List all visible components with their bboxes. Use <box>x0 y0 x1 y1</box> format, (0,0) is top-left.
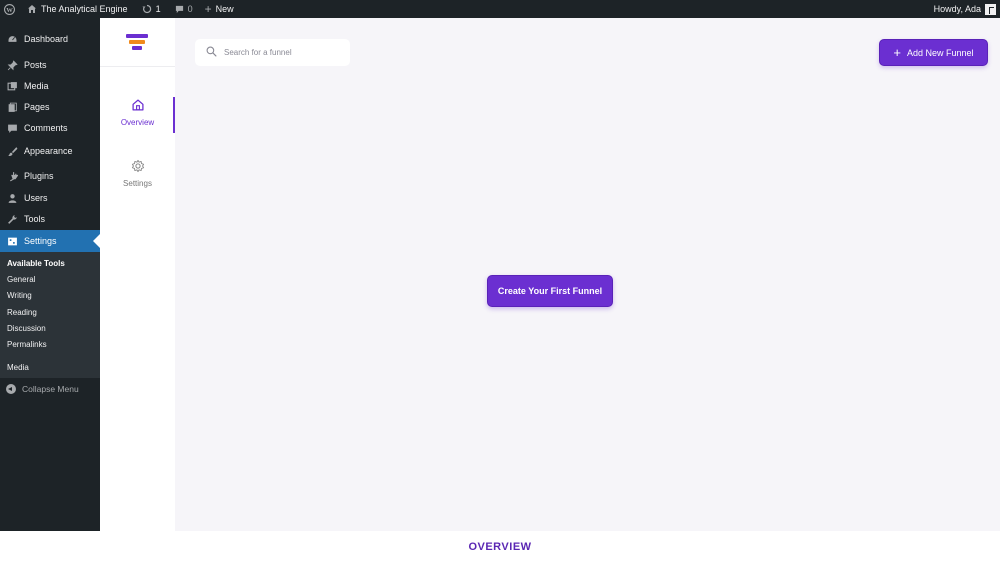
sidebar-item-label: Pages <box>24 102 50 112</box>
nav-overview[interactable]: Overview <box>100 98 175 132</box>
home-icon <box>131 98 145 112</box>
plugin-logo-area <box>100 18 175 67</box>
comment-bubble-icon <box>175 5 184 14</box>
sidebar-item-settings[interactable]: Settings <box>0 230 100 252</box>
sidebar-item-label: Dashboard <box>24 34 69 44</box>
sidebar-item-users[interactable]: Users <box>0 187 100 209</box>
plugin-nav: Overview Settings <box>100 18 175 531</box>
collapse-arrow-icon <box>6 384 16 394</box>
comments-link[interactable]: 0 <box>170 0 198 18</box>
submenu-item-discussion[interactable]: Discussion <box>7 324 46 333</box>
search-placeholder: Search for a funnel <box>224 48 292 57</box>
nav-settings[interactable]: Settings <box>100 159 175 193</box>
sidebar-item-pages[interactable]: Pages <box>0 96 100 118</box>
sidebar-item-label: Settings <box>24 236 57 246</box>
submenu-item-permalinks[interactable]: Permalinks <box>7 340 47 349</box>
plus-icon: + <box>893 45 902 60</box>
caption-bar: OVERVIEW <box>0 531 1000 562</box>
settings-icon <box>6 235 18 247</box>
wrench-icon <box>6 213 18 225</box>
avatar <box>985 3 996 15</box>
add-new-funnel-button[interactable]: + Add New Funnel <box>879 39 988 66</box>
site-name: The Analytical Engine <box>41 4 128 14</box>
admin-sidebar: Dashboard Posts Media Pages Comments App… <box>0 18 100 531</box>
brush-icon <box>6 145 18 157</box>
sidebar-item-appearance[interactable]: Appearance <box>0 140 100 162</box>
nav-overview-label: Overview <box>120 118 155 127</box>
plus-icon: + <box>204 2 212 16</box>
search-input[interactable]: Search for a funnel <box>195 39 350 66</box>
sidebar-item-label: Users <box>24 193 48 203</box>
comment-icon <box>6 122 18 134</box>
submenu-item-writing[interactable]: Writing <box>7 291 32 300</box>
home-icon <box>27 4 37 14</box>
svg-text:W: W <box>6 6 13 13</box>
site-name-link[interactable]: The Analytical Engine <box>22 0 133 18</box>
caption-text: OVERVIEW <box>468 540 532 553</box>
new-content-link[interactable]: + New <box>200 0 239 18</box>
pages-icon <box>6 101 18 113</box>
sidebar-item-label: Appearance <box>24 146 73 156</box>
sidebar-item-label: Media <box>24 81 49 91</box>
admin-bar: W The Analytical Engine 1 0 + New Howdy,… <box>0 0 1000 18</box>
submenu-item-reading[interactable]: Reading <box>7 308 37 317</box>
gear-icon <box>131 159 145 173</box>
sidebar-item-media[interactable]: Media <box>0 75 100 97</box>
wordpress-logo-icon[interactable]: W <box>0 0 22 18</box>
howdy-text: Howdy, Ada <box>933 4 981 14</box>
plugin-icon <box>6 170 18 182</box>
submenu-item-media[interactable]: Media <box>7 363 29 372</box>
create-first-funnel-button[interactable]: Create Your First Funnel <box>487 275 613 307</box>
settings-submenu: Available Tools General Writing Reading … <box>0 252 100 378</box>
add-new-funnel-label: Add New Funnel <box>907 47 974 58</box>
submenu-item-available-tools[interactable]: Available Tools <box>7 259 65 268</box>
user-icon <box>6 192 18 204</box>
collapse-menu-button[interactable]: Collapse Menu <box>6 384 79 394</box>
create-first-funnel-label: Create Your First Funnel <box>497 286 603 296</box>
nav-settings-label: Settings <box>123 179 152 188</box>
funnel-logo-icon <box>126 34 148 54</box>
search-icon <box>206 46 224 59</box>
collapse-label: Collapse Menu <box>22 384 79 394</box>
media-icon <box>6 80 18 92</box>
sidebar-item-posts[interactable]: Posts <box>0 54 100 76</box>
sidebar-item-tools[interactable]: Tools <box>0 208 100 230</box>
pin-icon <box>6 59 18 71</box>
refresh-icon <box>142 4 152 14</box>
dashboard-icon <box>6 33 18 45</box>
new-label: New <box>215 4 234 14</box>
sidebar-item-comments[interactable]: Comments <box>0 117 100 139</box>
sidebar-item-label: Plugins <box>24 171 54 181</box>
sidebar-item-dashboard[interactable]: Dashboard <box>0 28 100 50</box>
sidebar-item-label: Posts <box>24 60 47 70</box>
my-account-link[interactable]: Howdy, Ada <box>929 0 1000 18</box>
comments-count: 0 <box>187 4 193 14</box>
updates-link[interactable]: 1 <box>137 0 166 18</box>
sidebar-item-plugins[interactable]: Plugins <box>0 165 100 187</box>
submenu-item-general[interactable]: General <box>7 275 35 284</box>
updates-count: 1 <box>155 4 161 14</box>
sidebar-item-label: Tools <box>24 214 46 224</box>
sidebar-item-label: Comments <box>24 123 68 133</box>
